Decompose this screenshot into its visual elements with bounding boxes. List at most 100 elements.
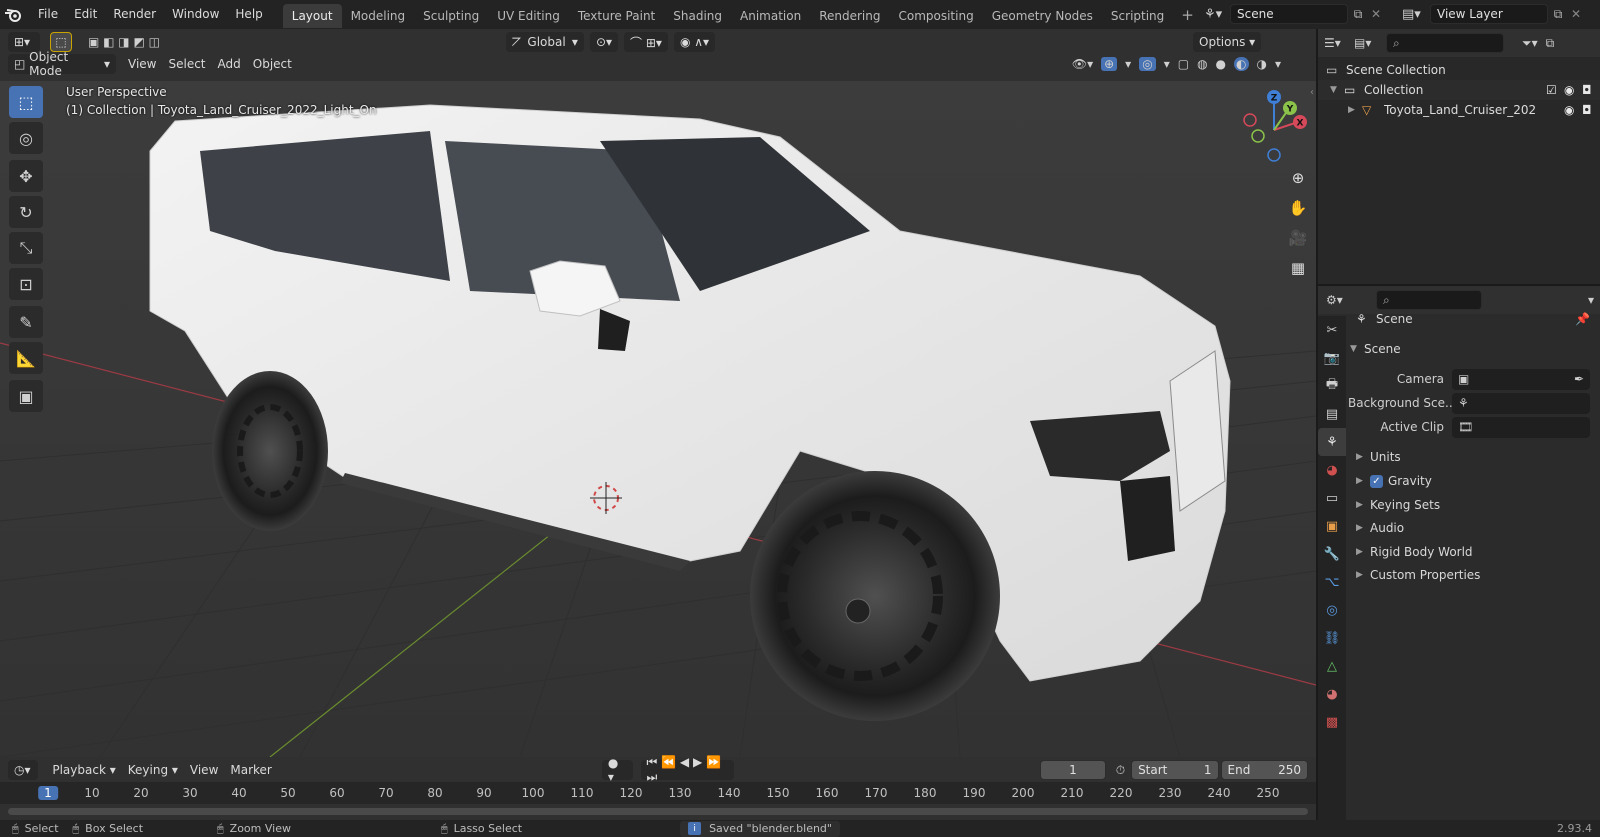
editor-type-icon[interactable]: ⊞▾ — [8, 32, 40, 52]
3d-viewport[interactable]: User Perspective (1) Collection | Toyota… — [0, 81, 1316, 757]
background-scene-field[interactable]: ⚘ — [1452, 392, 1590, 414]
gizmo-toggle-icon[interactable]: ⊕ — [1101, 57, 1118, 71]
start-frame-field[interactable]: Start 1 — [1131, 760, 1219, 780]
move-tool-icon[interactable]: ✥ — [9, 160, 43, 192]
modifier-tab-icon[interactable]: 🔧 — [1318, 540, 1346, 568]
menu-render[interactable]: Render — [105, 0, 164, 29]
constraints-tab-icon[interactable]: ⛓ — [1318, 624, 1346, 652]
add-cube-tool-icon[interactable]: ▣ — [9, 380, 43, 412]
cursor-tool-icon[interactable]: ◎ — [9, 122, 43, 154]
transform-orientation-select[interactable]: ⦢ Global ▾ — [505, 32, 584, 52]
menu-view[interactable]: View — [122, 54, 162, 74]
auto-keying-icon[interactable]: ● ▾ — [601, 756, 633, 784]
perspective-toggle-icon[interactable]: ▦ — [1284, 255, 1312, 281]
units-panel-header[interactable]: ▶ Units — [1356, 450, 1401, 464]
particles-tab-icon[interactable]: ⌥ — [1318, 568, 1346, 596]
gravity-panel-header[interactable]: ▶ ✓ Gravity — [1356, 474, 1432, 488]
snap-icon[interactable]: ⌒ ⊞▾ — [624, 32, 668, 52]
pin-icon[interactable]: 📌 — [1575, 312, 1590, 326]
status-report[interactable]: i Saved "blender.blend" — [680, 820, 840, 837]
gravity-checkbox[interactable]: ✓ — [1370, 474, 1383, 488]
tab-uv-editing[interactable]: UV Editing — [488, 4, 569, 28]
view-layer-field[interactable]: View Layer — [1430, 4, 1548, 24]
display-mode-icon[interactable]: ▤▾ — [1354, 36, 1386, 50]
properties-search-input[interactable]: ⌕ — [1376, 290, 1482, 310]
options-dropdown[interactable]: Options ▾ — [1193, 32, 1262, 52]
expand-collection-icon[interactable]: ▼ — [1330, 85, 1344, 95]
playback-menu[interactable]: Playback ▾ — [46, 760, 121, 780]
add-workspace-button[interactable]: + — [1173, 6, 1202, 24]
exclude-checkbox[interactable]: ☑ — [1546, 83, 1564, 97]
new-view-layer-icon[interactable]: ⧉ — [1548, 7, 1568, 22]
object-render-camera-icon[interactable]: ◘ — [1582, 103, 1600, 117]
frame-tick-current[interactable]: 1 — [38, 786, 58, 800]
proportional-edit-icon[interactable]: ◉ ∧▾ — [673, 32, 716, 52]
outliner-row-collection[interactable]: ▼ ▭ Collection ☑ ◉ ◘ — [1318, 80, 1600, 100]
playback-controls[interactable]: ⏮ ⏪ ◀ ▶ ⏩ ⏭ — [640, 755, 735, 784]
scene-name-field[interactable]: Scene — [1230, 4, 1348, 24]
menu-add[interactable]: Add — [212, 54, 247, 74]
sidebar-toggle-icon[interactable]: ‹ — [1310, 87, 1314, 98]
outliner-row-object[interactable]: ▶ ▽ Toyota_Land_Cruiser_202 ◉ ◘ — [1318, 100, 1600, 120]
camera-field[interactable]: ▣ ✒ — [1452, 368, 1590, 390]
menu-edit[interactable]: Edit — [66, 0, 105, 29]
navigation-gizmo[interactable]: Z X Y — [1236, 88, 1316, 168]
filter-icon[interactable]: ⏷▾ — [1522, 36, 1538, 51]
tab-animation[interactable]: Animation — [731, 4, 810, 28]
current-frame-field[interactable]: 1 — [1040, 760, 1106, 780]
marker-menu[interactable]: Marker — [224, 760, 277, 780]
scene-icon[interactable]: ⚘▾ — [1204, 7, 1230, 22]
tab-modeling[interactable]: Modeling — [342, 4, 415, 28]
render-tab-icon[interactable]: 📷 — [1318, 344, 1346, 372]
gizmo-dropdown-icon[interactable]: ▾ — [1125, 57, 1131, 71]
tab-rendering[interactable]: Rendering — [810, 4, 889, 28]
tab-shading[interactable]: Shading — [664, 4, 731, 28]
texture-tab-icon[interactable]: ▩ — [1318, 708, 1346, 736]
tool-tab-icon[interactable]: ✂ — [1318, 316, 1346, 344]
expand-object-icon[interactable]: ▶ — [1348, 105, 1362, 115]
view-layer-icon[interactable]: ▤▾ — [1402, 7, 1430, 22]
tab-layout[interactable]: Layout — [282, 4, 342, 28]
tab-sculpting[interactable]: Sculpting — [414, 4, 488, 28]
properties-options-icon[interactable]: ▾ — [1588, 293, 1594, 307]
pivot-point-icon[interactable]: ⊙▾ — [589, 32, 619, 52]
collection-tab-icon[interactable]: ▭ — [1318, 484, 1346, 512]
selection-mode-icons[interactable]: ▣ ◧ ◨ ◩ ◫ — [82, 32, 166, 52]
menu-help[interactable]: Help — [227, 0, 270, 29]
measure-tool-icon[interactable]: 📐 — [9, 342, 43, 374]
timeline-view-menu[interactable]: View — [184, 760, 224, 780]
keying-sets-panel-header[interactable]: ▶ Keying Sets — [1356, 498, 1440, 512]
new-collection-icon[interactable]: ⧉ — [1546, 36, 1555, 51]
visibility-eye-icon[interactable]: ◉ — [1564, 83, 1582, 97]
menu-select[interactable]: Select — [162, 54, 211, 74]
zoom-icon[interactable]: ⊕ — [1284, 165, 1312, 191]
audio-panel-header[interactable]: ▶ Audio — [1356, 521, 1404, 535]
keying-menu[interactable]: Keying ▾ — [122, 760, 184, 780]
delete-view-layer-icon[interactable]: ✕ — [1568, 7, 1584, 21]
blender-logo-icon[interactable] — [0, 0, 26, 29]
shading-solid-icon[interactable]: ● — [1216, 57, 1226, 71]
overlay-dropdown-icon[interactable]: ▾ — [1164, 57, 1170, 71]
custom-properties-panel-header[interactable]: ▶ Custom Properties — [1356, 568, 1480, 582]
tab-geometry-nodes[interactable]: Geometry Nodes — [983, 4, 1102, 28]
world-tab-icon[interactable]: ◕ — [1318, 456, 1346, 484]
timeline-editor-type-icon[interactable]: ◷▾ — [8, 760, 39, 780]
rotate-tool-icon[interactable]: ↻ — [9, 196, 43, 228]
scene-panel-header[interactable]: ▼ Scene — [1350, 342, 1401, 356]
select-tool-icon[interactable]: ⬚ — [50, 32, 72, 52]
scene-tab-icon[interactable]: ⚘ — [1318, 428, 1346, 456]
overlay-toggle-icon[interactable]: ◎ — [1139, 57, 1156, 71]
menu-object[interactable]: Object — [247, 54, 298, 74]
delete-scene-icon[interactable]: ✕ — [1368, 7, 1384, 21]
physics-tab-icon[interactable]: ◎ — [1318, 596, 1346, 624]
data-tab-icon[interactable]: △ — [1318, 652, 1346, 680]
properties-editor-type-icon[interactable]: ⚙▾ — [1326, 293, 1356, 307]
menu-window[interactable]: Window — [164, 0, 227, 29]
annotate-tool-icon[interactable]: ✎ — [9, 306, 43, 338]
object-visibility-eye-icon[interactable]: ◉ — [1564, 103, 1582, 117]
shading-rendered-icon[interactable]: ◑ — [1257, 57, 1267, 71]
view-layer-tab-icon[interactable]: ▤ — [1318, 400, 1346, 428]
outliner-editor-type-icon[interactable]: ☰▾ — [1324, 36, 1354, 50]
select-box-tool-icon[interactable]: ⬚ — [9, 86, 43, 118]
xray-icon[interactable]: ▢ — [1178, 57, 1189, 71]
